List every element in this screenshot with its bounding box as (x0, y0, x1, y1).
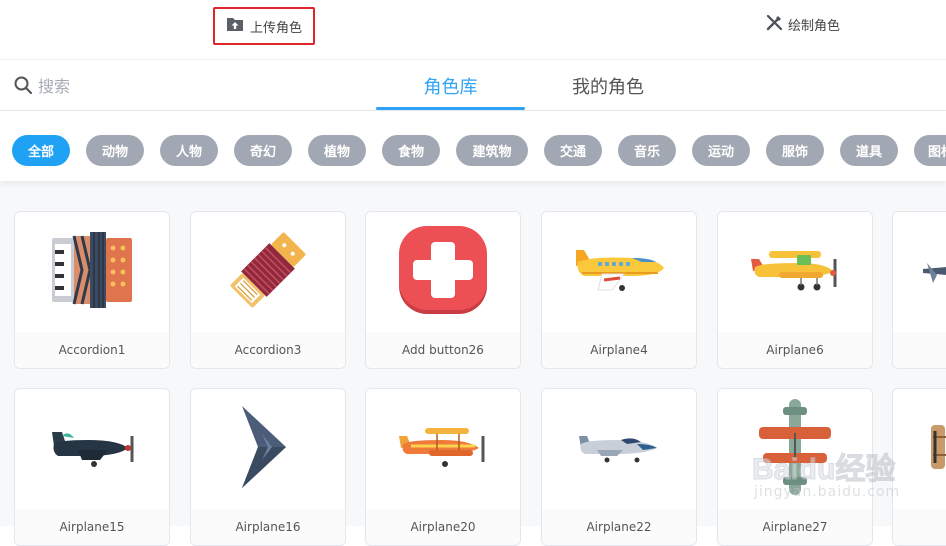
draw-sprite-label: 绘制角色 (788, 18, 841, 34)
category-chip-animals[interactable]: 动物 (86, 135, 144, 166)
upload-sprite-label: 上传角色 (249, 20, 302, 36)
category-filter-bar: 全部 动物 人物 奇幻 植物 食物 建筑物 交通 音乐 运动 服饰 道具 图标 (0, 111, 946, 181)
sprite-thumbnail (15, 212, 169, 332)
sprite-thumbnail (893, 389, 946, 509)
category-chip-sports[interactable]: 运动 (692, 135, 750, 166)
sprite-card[interactable]: Airplane27 (717, 388, 873, 546)
category-chip-clothing[interactable]: 服饰 (766, 135, 824, 166)
sprite-thumbnail (366, 389, 520, 509)
green-biplane-topview-icon (753, 397, 837, 501)
sprite-name: Accordion1 (15, 332, 169, 368)
paint-tools-icon (766, 14, 783, 35)
sprite-name: Airplane20 (366, 509, 520, 545)
category-chip-props[interactable]: 道具 (840, 135, 898, 166)
plus-button-icon (397, 224, 489, 320)
draw-sprite-button[interactable]: 绘制角色 (766, 12, 840, 36)
tab-my-sprites[interactable]: 我的角色 (548, 60, 668, 111)
sprite-card[interactable]: Airplane15 (14, 388, 170, 546)
category-chip-buildings[interactable]: 建筑物 (456, 135, 528, 166)
airplane-partial-icon (893, 255, 946, 289)
sprite-thumbnail (15, 389, 169, 509)
sprite-thumbnail (542, 212, 696, 332)
category-chip-people[interactable]: 人物 (160, 135, 218, 166)
accordion-icon (50, 232, 134, 312)
sprite-card[interactable]: Accordion1 (14, 211, 170, 369)
category-chip-food[interactable]: 食物 (382, 135, 440, 166)
biplane-icon (749, 245, 841, 299)
silver-jet-icon (577, 430, 661, 468)
sprite-card[interactable] (892, 211, 946, 369)
sprite-name: Airplane15 (15, 509, 169, 545)
sprite-thumbnail (191, 212, 345, 332)
search-icon (14, 76, 33, 99)
sprite-name: Airplane4 (542, 332, 696, 368)
search-and-tabs-bar: 角色库 我的角色 (0, 60, 946, 111)
sprite-name: Add button26 (366, 332, 520, 368)
sprite-thumbnail (366, 212, 520, 332)
sprite-thumbnail (893, 212, 946, 332)
sprite-card[interactable]: Accordion3 (190, 211, 346, 369)
sprite-thumbnail (718, 212, 872, 332)
sprite-card[interactable]: Airplane16 (190, 388, 346, 546)
category-chip-music[interactable]: 音乐 (618, 135, 676, 166)
upload-folder-icon (226, 16, 244, 36)
sprite-name: Airplane6 (718, 332, 872, 368)
sprite-thumbnail (191, 389, 345, 509)
sprite-card[interactable]: Airplane22 (541, 388, 697, 546)
category-chip-fantasy[interactable]: 奇幻 (234, 135, 292, 166)
accordion-tilted-icon (222, 224, 314, 320)
sprite-name (893, 332, 946, 368)
stealth-bomber-icon (238, 404, 298, 494)
sprite-name: Airplane27 (718, 509, 872, 545)
orange-biplane-icon (397, 424, 489, 474)
upload-sprite-button[interactable]: 上传角色 (213, 7, 315, 45)
top-toolbar: 上传角色 绘制角色 (0, 0, 946, 60)
category-chip-transport[interactable]: 交通 (544, 135, 602, 166)
tab-sprite-library[interactable]: 角色库 (376, 60, 525, 111)
sprite-card[interactable]: Airplane4 (541, 211, 697, 369)
sprite-name: Accordion3 (191, 332, 345, 368)
sprite-card[interactable]: Airplane20 (365, 388, 521, 546)
sprite-thumbnail (542, 389, 696, 509)
sprite-card[interactable]: Add button26 (365, 211, 521, 369)
sprite-name: Airplane22 (542, 509, 696, 545)
dark-fighter-plane-icon (48, 426, 136, 472)
yellow-airplane-icon (572, 240, 666, 304)
search-input[interactable] (38, 72, 238, 100)
category-chip-plants[interactable]: 植物 (308, 135, 366, 166)
sprite-card[interactable] (892, 388, 946, 546)
category-chip-all[interactable]: 全部 (12, 135, 70, 166)
brown-biplane-partial-icon (893, 421, 946, 477)
sprite-name (893, 509, 946, 545)
category-chip-icons[interactable]: 图标 (914, 135, 946, 166)
sprite-grid: Accordion1 Accordion3 Add button26 Airpl… (0, 181, 946, 546)
sprite-card[interactable]: Airplane6 (717, 211, 873, 369)
sprite-thumbnail (718, 389, 872, 509)
sprite-name: Airplane16 (191, 509, 345, 545)
